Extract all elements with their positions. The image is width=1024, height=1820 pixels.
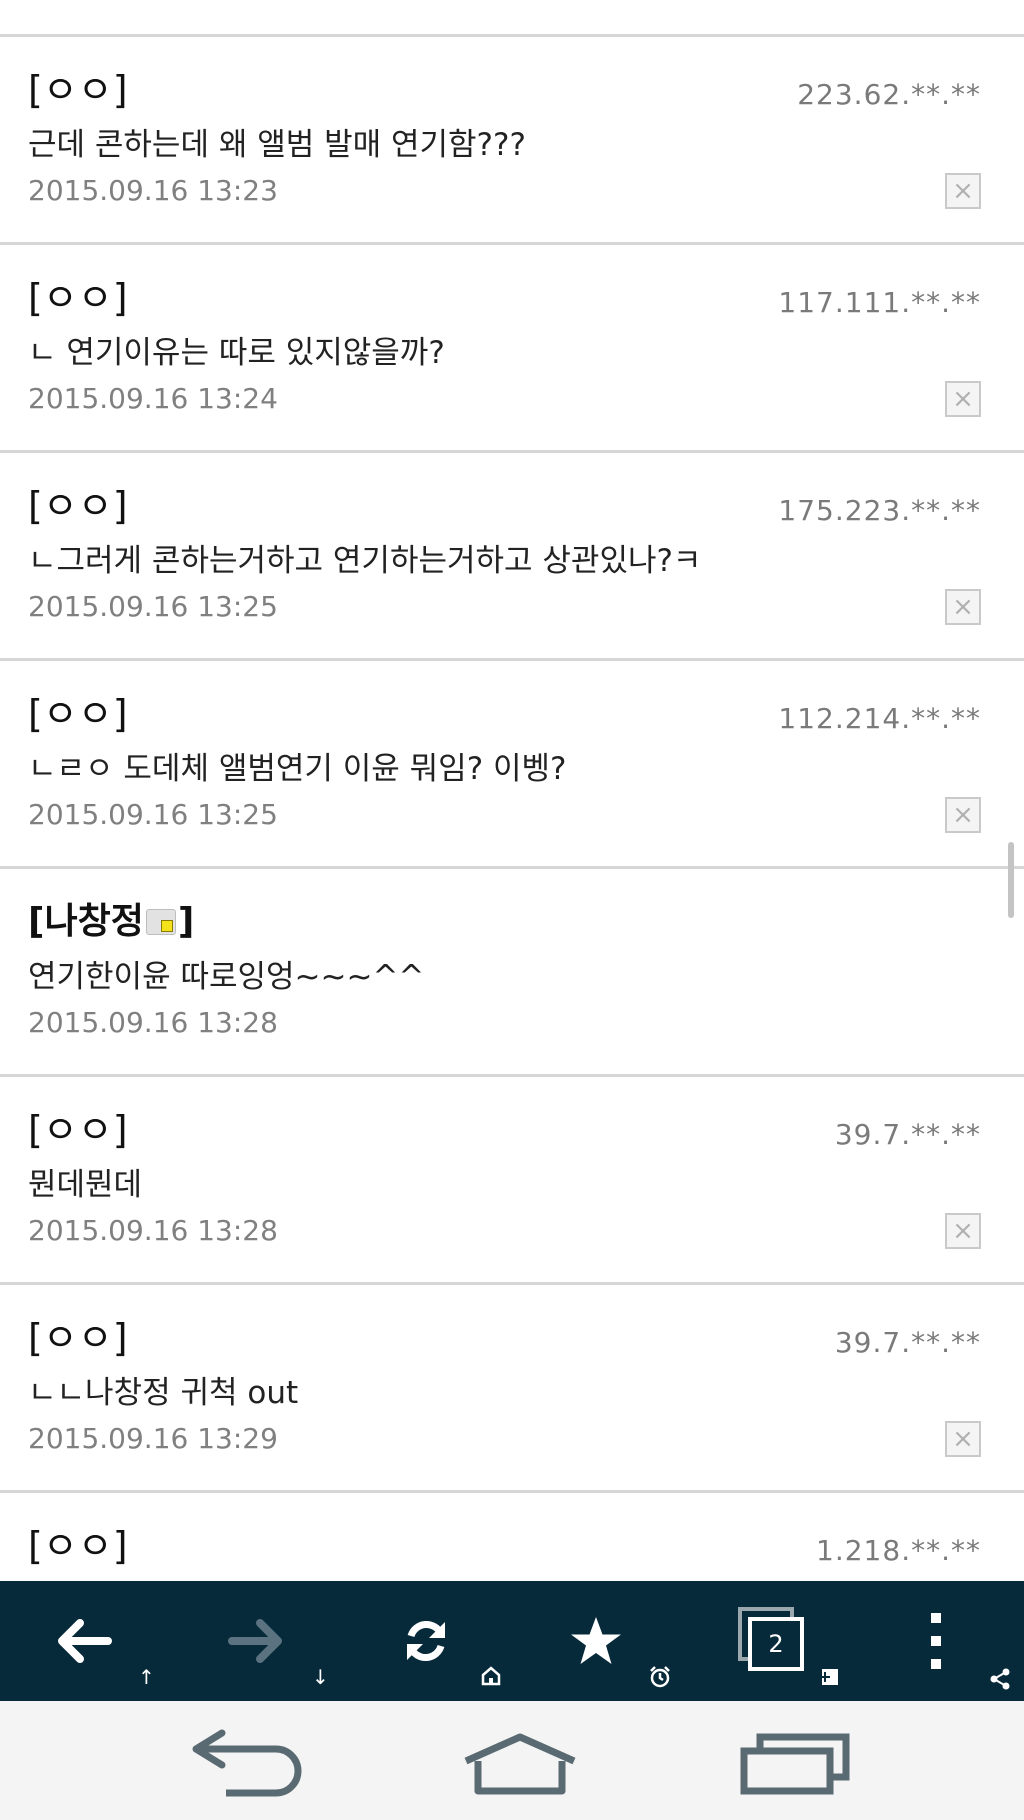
comment-nickname[interactable]: [ㅇㅇ]: [28, 1313, 128, 1363]
alarm-clock-icon[interactable]: [648, 1665, 672, 1692]
delete-comment-button[interactable]: ×: [945, 173, 981, 209]
recent-apps-icon: [740, 1733, 850, 1795]
comment-ip: 223.62.**.**: [797, 78, 981, 111]
comment-nickname[interactable]: [ㅇㅇ]: [28, 1521, 128, 1571]
comment-item: [ㅇㅇ] 175.223.**.** ㄴ그러게 콘하는거하고 연기하는거하고 상…: [0, 453, 1024, 658]
comment-date: 2015.09.16 13:28: [28, 1006, 278, 1039]
tabs-button[interactable]: 2: [712, 1581, 838, 1701]
star-icon: [571, 1617, 621, 1664]
member-badge-icon: [145, 909, 176, 935]
comment-item: [ㅇㅇ] 1.218.**.**: [0, 1493, 1024, 1581]
comment-item: [ㅇㅇ] 223.62.**.** 근데 콘하는데 왜 앨범 발매 연기함???…: [0, 37, 1024, 242]
comment-ip: 39.7.**.**: [834, 1118, 981, 1151]
system-back-button[interactable]: [156, 1701, 316, 1820]
recent-apps-button[interactable]: [712, 1701, 872, 1820]
delete-comment-button[interactable]: ×: [945, 589, 981, 625]
close-icon: ×: [952, 1216, 974, 1246]
comment-item: [ㅇㅇ] 117.111.**.** ㄴ 연기이유는 따로 있지않을까? 201…: [0, 245, 1024, 450]
comment-text: 연기한이윤 따로잉엉~~~^^: [28, 959, 425, 995]
kebab-menu-icon: [930, 1613, 942, 1669]
bookmark-button[interactable]: [536, 1581, 670, 1701]
comment-item: [ㅇㅇ] 39.7.**.** ㄴㄴ나창정 귀척 out 2015.09.16 …: [0, 1285, 1024, 1490]
comment-item: [ㅇㅇ] 112.214.**.** ㄴㄹㅇ 도데체 앨범연기 이윤 뭐임? 이…: [0, 661, 1024, 866]
browser-toolbar: ↑ ↓ 2: [0, 1581, 1024, 1701]
scroll-top-icon[interactable]: ↑: [138, 1667, 155, 1687]
comment-text: ㄴㄹㅇ 도데체 앨범연기 이윤 뭐임? 이벵?: [28, 751, 567, 787]
comment-nickname[interactable]: [ㅇㅇ]: [28, 65, 128, 115]
scrollbar-thumb[interactable]: [1008, 842, 1014, 918]
system-home-button[interactable]: [432, 1701, 592, 1820]
comment-date: 2015.09.16 13:25: [28, 798, 278, 831]
nick-bracket-close: ]: [177, 901, 195, 942]
comment-item: [ㅇㅇ] 39.7.**.** 뭔데뭔데 2015.09.16 13:28 ×: [0, 1077, 1024, 1282]
arrow-left-icon: [58, 1619, 112, 1663]
nick-bracket-open: [: [28, 901, 45, 942]
member-nickname: 나창정: [44, 901, 144, 942]
delete-comment-button[interactable]: ×: [945, 1213, 981, 1249]
refresh-icon: [407, 1621, 445, 1661]
comment-ip: 39.7.**.**: [834, 1326, 981, 1359]
share-icon[interactable]: [988, 1667, 1012, 1694]
home-icon[interactable]: [480, 1665, 502, 1690]
comment-date: 2015.09.16 13:24: [28, 382, 278, 415]
comment-nickname[interactable]: [ㅇㅇ]: [28, 689, 128, 739]
comment-nickname[interactable]: [나창정]: [28, 897, 194, 947]
home-outline-icon: [464, 1733, 576, 1795]
comment-text: ㄴ 연기이유는 따로 있지않을까?: [28, 335, 445, 371]
comment-ip: 175.223.**.**: [778, 494, 981, 527]
close-icon: ×: [952, 384, 974, 414]
forward-button[interactable]: ↓: [194, 1581, 329, 1701]
comment-ip: 1.218.**.**: [816, 1534, 981, 1567]
comment-nickname[interactable]: [ㅇㅇ]: [28, 273, 128, 323]
close-icon: ×: [952, 176, 974, 206]
list-top-gap: [0, 0, 1024, 34]
browser-viewport[interactable]: [ㅇㅇ] 223.62.**.** 근데 콘하는데 왜 앨범 발매 연기함???…: [0, 0, 1024, 1581]
comment-date: 2015.09.16 13:23: [28, 174, 278, 207]
system-navigation-bar: [0, 1701, 1024, 1820]
delete-comment-button[interactable]: ×: [945, 1421, 981, 1457]
refresh-button[interactable]: [366, 1581, 501, 1701]
comment-nickname[interactable]: [ㅇㅇ]: [28, 1105, 128, 1155]
comment-list: [ㅇㅇ] 223.62.**.** 근데 콘하는데 왜 앨범 발매 연기함???…: [0, 0, 1024, 1581]
back-arrow-icon: [192, 1729, 302, 1797]
comment-date: 2015.09.16 13:28: [28, 1214, 278, 1247]
comment-date: 2015.09.16 13:29: [28, 1422, 278, 1455]
comment-text: ㄴㄴ나창정 귀척 out: [28, 1375, 299, 1411]
comment-ip: 112.214.**.**: [778, 702, 981, 735]
comment-ip: 117.111.**.**: [778, 286, 981, 319]
delete-comment-button[interactable]: ×: [945, 381, 981, 417]
tab-count-badge: 2: [748, 1617, 804, 1671]
delete-comment-button[interactable]: ×: [945, 797, 981, 833]
new-tab-icon[interactable]: [818, 1667, 840, 1692]
comment-nickname[interactable]: [ㅇㅇ]: [28, 481, 128, 531]
back-button[interactable]: ↑: [26, 1581, 155, 1701]
comment-text: ㄴ그러게 콘하는거하고 연기하는거하고 상관있나?ㅋ: [28, 543, 702, 579]
comment-date: 2015.09.16 13:25: [28, 590, 278, 623]
arrow-right-icon: [228, 1619, 282, 1663]
comment-text: 근데 콘하는데 왜 앨범 발매 연기함???: [28, 127, 526, 163]
scroll-bottom-icon[interactable]: ↓: [312, 1667, 329, 1687]
comment-text: 뭔데뭔데: [28, 1167, 143, 1203]
close-icon: ×: [952, 1424, 974, 1454]
overflow-menu-button[interactable]: [876, 1581, 1010, 1701]
comment-item: [나창정] 연기한이윤 따로잉엉~~~^^ 2015.09.16 13:28: [0, 869, 1024, 1074]
close-icon: ×: [952, 800, 974, 830]
close-icon: ×: [952, 592, 974, 622]
